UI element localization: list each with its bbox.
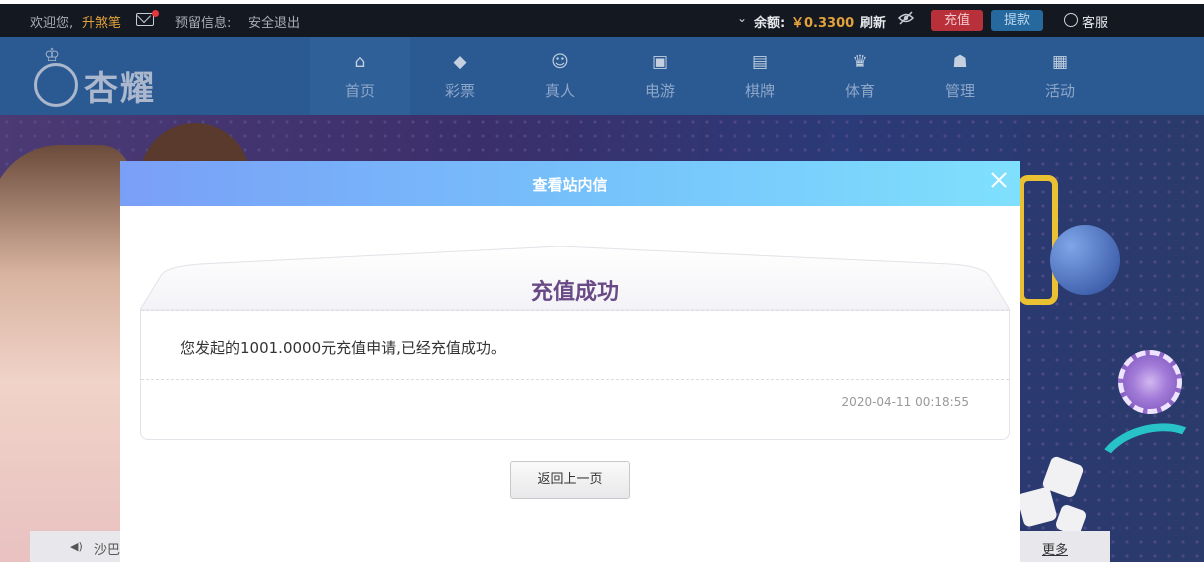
withdraw-button[interactable]: 提款 (991, 10, 1043, 31)
banner-model-image (0, 145, 130, 562)
chevron-down-icon[interactable]: ⌄ (737, 11, 747, 25)
nav-label: 体育 (844, 82, 875, 100)
trophy-icon: ♛ (852, 52, 868, 72)
customer-service-link[interactable]: 客服 (1082, 12, 1108, 31)
nav-label: 首页 (344, 82, 375, 100)
nav-label: 活动 (1044, 82, 1075, 100)
top-bar: 欢迎您, 升煞笔 预留信息: 安全退出 ⌄ 余额: ￥0.3300 刷新 充值 … (0, 4, 1204, 37)
nav-label: 真人 (544, 82, 575, 100)
message-timestamp: 2020-04-11 00:18:55 (841, 395, 969, 409)
message-card (140, 309, 1010, 440)
back-button[interactable]: 返回上一页 (510, 461, 630, 499)
message-body: 您发起的1001.0000元充值申请,已经充值成功。 (180, 339, 506, 357)
modal-title: 查看站内信 (532, 176, 608, 194)
logo-text: 杏耀 (84, 69, 156, 109)
more-link[interactable]: 更多 (1042, 539, 1068, 558)
slot-machine-icon: ▣ (651, 52, 669, 72)
poker-chip-image (1118, 350, 1182, 414)
cards-icon: ▤ (751, 52, 769, 72)
nav-sports[interactable]: ♛ 体育 (810, 37, 910, 115)
nav-label: 棋牌 (744, 82, 775, 100)
balance-label: 余额: (754, 16, 786, 31)
banner-decoration (1018, 175, 1058, 305)
mail-icon[interactable] (136, 13, 154, 26)
unread-dot (152, 10, 159, 17)
lottery-icon: ◆ (453, 52, 467, 72)
nav-promotions[interactable]: ▦ 活动 (1010, 37, 1110, 115)
chat-icon[interactable] (1064, 13, 1078, 27)
speaker-icon: ◀) (70, 540, 83, 553)
welcome-text: 欢迎您, (30, 16, 74, 31)
eye-hidden-icon[interactable] (898, 10, 914, 26)
recharge-button[interactable]: 充值 (931, 10, 983, 31)
gift-icon: ▦ (1051, 52, 1069, 72)
divider (141, 310, 1009, 311)
main-nav: ♔ 杏耀 ⌂ 首页 ◆ 彩票 ☺ 真人 ▣ 电游 ▤ 棋牌 ♛ 体育 ☗ 管理 … (0, 37, 1204, 115)
nav-lottery[interactable]: ◆ 彩票 (410, 37, 510, 115)
nav-cards[interactable]: ▤ 棋牌 (710, 37, 810, 115)
home-icon: ⌂ (354, 52, 366, 72)
logout-link[interactable]: 安全退出 (248, 12, 300, 31)
nav-label: 管理 (944, 82, 975, 100)
close-icon[interactable] (988, 169, 1010, 191)
modal-header: 查看站内信 (120, 161, 1020, 206)
nav-manage[interactable]: ☗ 管理 (910, 37, 1010, 115)
users-icon: ☗ (952, 52, 968, 72)
live-dealer-icon: ☺ (551, 52, 569, 72)
logo-emblem (34, 63, 78, 107)
reserve-info-link[interactable]: 预留信息: (175, 12, 231, 31)
refresh-button[interactable]: 刷新 (860, 12, 886, 31)
nav-label: 电游 (644, 82, 675, 100)
divider (141, 379, 1009, 380)
username[interactable]: 升煞笔 (82, 12, 121, 31)
message-title: 充值成功 (530, 280, 619, 305)
balance-value: ￥0.3300 (791, 16, 855, 31)
nav-label: 彩票 (444, 82, 475, 100)
news-text[interactable]: 沙巴 (94, 539, 120, 558)
nav-slots[interactable]: ▣ 电游 (610, 37, 710, 115)
banner-ball-image (1050, 225, 1120, 295)
nav-live[interactable]: ☺ 真人 (510, 37, 610, 115)
message-modal: 查看站内信 充值成功 您发起的1001.0000元充值申请,已经充值成功。 20… (120, 161, 1020, 562)
nav-home[interactable]: ⌂ 首页 (310, 37, 410, 115)
site-logo[interactable]: ♔ 杏耀 (32, 45, 182, 109)
